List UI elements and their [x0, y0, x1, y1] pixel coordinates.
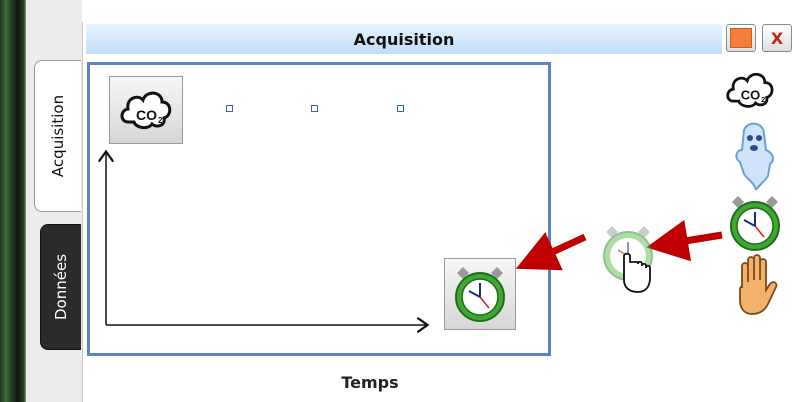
svg-text:2: 2: [158, 116, 163, 125]
toolbar-stopwatch-icon[interactable]: [724, 192, 786, 254]
x-axis-label: Temps: [341, 373, 399, 392]
timer-slot[interactable]: [444, 258, 516, 330]
drag-arrow-left: [515, 232, 587, 271]
toolbar-hand-icon[interactable]: [732, 254, 780, 316]
svg-text:CO: CO: [136, 107, 157, 123]
drag-arrow-right: [646, 219, 723, 262]
stopwatch-icon: [455, 267, 505, 322]
toolbar-co2-sensor-icon[interactable]: CO 2: [722, 64, 778, 116]
toolbar-ghost-icon[interactable]: [730, 120, 778, 190]
data-marker: [311, 105, 318, 112]
svg-text:2: 2: [761, 95, 765, 104]
co2-cloud-icon: CO 2: [120, 91, 172, 130]
data-marker: [226, 105, 233, 112]
svg-text:CO: CO: [741, 87, 761, 102]
data-marker: [397, 105, 404, 112]
co2-sensor-slot[interactable]: CO 2: [109, 76, 183, 144]
axes-layer: [0, 0, 723, 402]
dragged-stopwatch-icon: [603, 226, 653, 293]
